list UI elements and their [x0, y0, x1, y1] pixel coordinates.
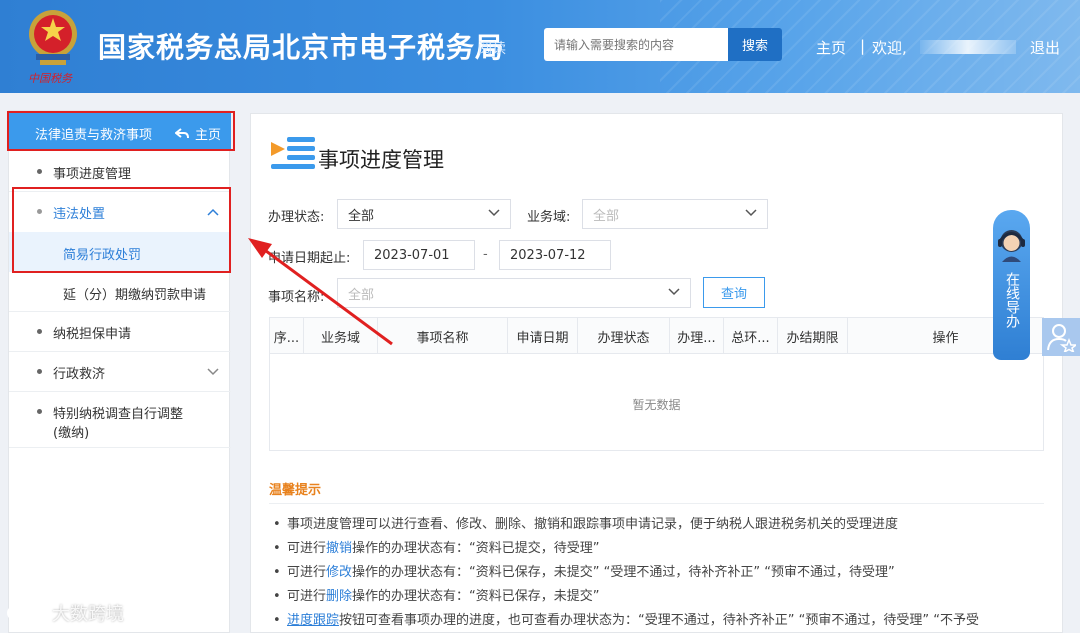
- user-star-icon: [1047, 324, 1076, 352]
- tip-text: 按钮可查看事项办理的进度，也可查看办理状态为：“受理不通过，待补齐补正” “预审…: [339, 613, 979, 628]
- tip-text: 可进行: [287, 541, 327, 556]
- date-separator: -: [483, 247, 488, 262]
- item-name-select-value: 全部: [348, 287, 375, 303]
- sidebar-item-tax-guarantee[interactable]: 纳税担保申请: [9, 312, 231, 352]
- bullet-icon: [37, 369, 42, 374]
- empty-state-text: 暂无数据: [632, 398, 681, 412]
- page-title: 事项进度管理: [318, 148, 444, 172]
- table-header: 序... 业务域 事项名称 申请日期 办理状态 办理... 总环... 办结期限…: [270, 318, 1043, 354]
- sidebar-item-admin-remedy[interactable]: 行政救济: [9, 352, 231, 392]
- tips-divider: [269, 503, 1044, 504]
- domain-select-value: 全部: [593, 208, 620, 224]
- online-guide-button[interactable]: 在线导办: [993, 210, 1030, 360]
- sidebar-item-label: 纳税担保申请: [53, 327, 132, 342]
- column-header[interactable]: 业务域: [304, 318, 378, 354]
- username-redacted: [920, 40, 1016, 54]
- bullet-icon: [37, 329, 42, 334]
- domain-label: 业务域:: [527, 210, 571, 225]
- column-header[interactable]: 办理...: [670, 318, 724, 354]
- logout-link[interactable]: 退出: [1030, 37, 1060, 58]
- read-mode-link[interactable]: 阅读: [478, 38, 506, 58]
- tip-text: 操作的办理状态有：“资料已保存，未提交” “受理不通过，待补齐补正” “预审不通…: [352, 565, 895, 580]
- sidebar-item-label: 特别纳税调查自行调整: [53, 407, 184, 422]
- column-header[interactable]: 总环...: [724, 318, 778, 354]
- tip-text: 可进行: [287, 565, 327, 580]
- welcome-text: 欢迎,: [872, 39, 907, 57]
- column-header[interactable]: 序...: [270, 318, 304, 354]
- bullet-icon: [37, 169, 42, 174]
- user-star-button[interactable]: [1042, 318, 1080, 356]
- progress-tracking-link[interactable]: 进度跟踪: [287, 613, 339, 628]
- chevron-down-icon: [488, 209, 500, 217]
- chevron-down-icon: [668, 288, 680, 296]
- watermark: 大数跨境: [6, 600, 124, 626]
- highlight-box-violation: [12, 187, 231, 273]
- date-from-input[interactable]: 2023-07-01: [363, 240, 475, 270]
- watermark-logo-icon: [7, 604, 45, 620]
- sidebar-subitem-deferred-fine[interactable]: 延（分）期缴纳罚款申请: [9, 272, 231, 312]
- query-button[interactable]: 查询: [703, 277, 765, 308]
- search-input[interactable]: [544, 28, 728, 61]
- column-header[interactable]: 办理状态: [578, 318, 670, 354]
- online-guide-label: 在线导办: [1004, 272, 1020, 328]
- sidebar-subitem-label: 延（分）期缴纳罚款申请: [63, 288, 207, 303]
- sidebar-item-label: 行政救济: [53, 367, 106, 382]
- sidebar-item-label-cont: (缴纳): [53, 426, 90, 441]
- search-button[interactable]: 搜索: [728, 28, 782, 61]
- watermark-text: 大数跨境: [52, 604, 124, 625]
- date-range-label: 申请日期起止:: [268, 251, 351, 266]
- tip-item: • 可进行撤销操作的办理状态有：“资料已提交，待受理”: [273, 541, 600, 556]
- site-title: 国家税务总局北京市电子税务局: [98, 31, 505, 64]
- nav-home-link[interactable]: 主页: [816, 37, 846, 58]
- sidebar-item-special-adjustment[interactable]: 特别纳税调查自行调整 (缴纳): [9, 392, 231, 448]
- tip-item: • 事项进度管理可以进行查看、修改、删除、撤销和跟踪事项申请记录，便于纳税人跟进税…: [273, 517, 899, 532]
- tip-text: 事项进度管理可以进行查看、修改、删除、撤销和跟踪事项申请记录，便于纳税人跟进税务…: [287, 517, 899, 532]
- highlight-box-sidebar-header: [7, 111, 235, 151]
- column-header[interactable]: 事项名称: [378, 318, 508, 354]
- item-name-label: 事项名称:: [268, 290, 325, 305]
- main-panel: 事项进度管理 办理状态: 全部 业务域: 全部 申请日期起止: 2023-07-…: [250, 113, 1063, 633]
- column-header[interactable]: 办结期限: [778, 318, 848, 354]
- top-banner: 中国税务 国家税务总局北京市电子税务局 阅读 搜索 主页 | 欢迎, 退出: [0, 0, 1080, 93]
- modify-link[interactable]: 修改: [326, 565, 352, 580]
- tip-text: 可进行: [287, 589, 327, 604]
- customer-service-icon: [998, 230, 1025, 262]
- bullet-icon: [37, 409, 42, 414]
- tip-text: 操作的办理状态有：“资料已提交，待受理”: [352, 541, 600, 556]
- date-to-input[interactable]: 2023-07-12: [499, 240, 611, 270]
- status-label: 办理状态:: [268, 210, 325, 225]
- delete-link[interactable]: 删除: [326, 589, 352, 604]
- domain-select[interactable]: 全部: [582, 199, 768, 229]
- records-table: 序... 业务域 事项名称 申请日期 办理状态 办理... 总环... 办结期限…: [269, 317, 1044, 451]
- status-select[interactable]: 全部: [337, 199, 511, 229]
- column-header[interactable]: 申请日期: [508, 318, 578, 354]
- nav-separator: |: [860, 37, 866, 55]
- sidebar-item-progress[interactable]: 事项进度管理: [9, 151, 231, 192]
- sidebar-item-label: 事项进度管理: [53, 167, 132, 182]
- tip-item: • 进度跟踪按钮可查看事项办理的进度，也可查看办理状态为：“受理不通过，待补齐补正…: [273, 613, 979, 628]
- chevron-down-icon: [207, 368, 219, 376]
- chevron-down-icon: [745, 209, 757, 217]
- tips-title: 温馨提示: [269, 483, 322, 498]
- tip-item: • 可进行修改操作的办理状态有：“资料已保存，未提交” “受理不通过，待补齐补正”…: [273, 565, 895, 580]
- list-title-icon: [271, 137, 315, 169]
- status-select-value: 全部: [348, 208, 375, 224]
- tip-item: • 可进行删除操作的办理状态有：“资料已保存，未提交”: [273, 589, 600, 604]
- tip-text: 操作的办理状态有：“资料已保存，未提交”: [352, 589, 600, 604]
- revoke-link[interactable]: 撤销: [326, 541, 352, 556]
- emblem-caption: 中国税务: [28, 72, 72, 85]
- item-name-select[interactable]: 全部: [337, 278, 691, 308]
